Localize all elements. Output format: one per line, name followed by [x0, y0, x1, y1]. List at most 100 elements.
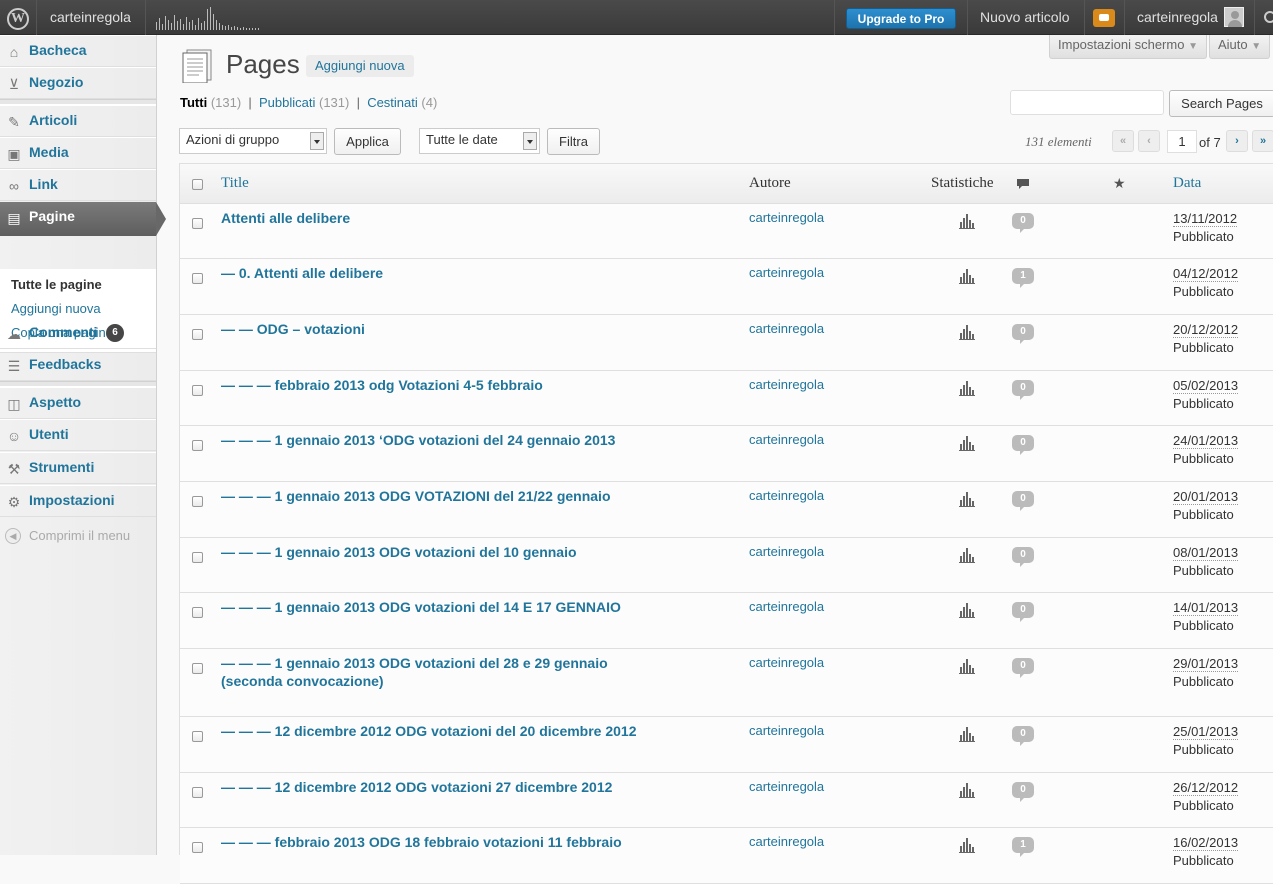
- row-checkbox[interactable]: [192, 731, 203, 742]
- comment-count-bubble[interactable]: 0: [1012, 602, 1034, 622]
- page-title-link[interactable]: — — — 1 gennaio 2013 ODG VOTAZIONI del 2…: [221, 487, 641, 505]
- stats-sparkline-icon[interactable]: [156, 6, 260, 30]
- wordpress-logo-icon[interactable]: W: [0, 0, 36, 35]
- search-input[interactable]: [1010, 90, 1164, 115]
- stats-chart-icon[interactable]: [959, 602, 975, 618]
- row-checkbox[interactable]: [192, 607, 203, 618]
- sidebar-item-media[interactable]: ▣ Media: [0, 137, 156, 169]
- page-title-link[interactable]: — — — febbraio 2013 odg Votazioni 4-5 fe…: [221, 376, 641, 394]
- comment-count-bubble[interactable]: 0: [1012, 726, 1034, 746]
- row-checkbox[interactable]: [192, 218, 203, 229]
- row-checkbox[interactable]: [192, 496, 203, 507]
- sidebar-item-negozio[interactable]: ⊻ Negozio: [0, 67, 156, 99]
- stats-chart-icon[interactable]: [959, 380, 975, 396]
- stats-chart-icon[interactable]: [959, 726, 975, 742]
- next-page-button[interactable]: ›: [1226, 130, 1248, 152]
- stats-chart-icon[interactable]: [959, 837, 975, 853]
- new-post-link[interactable]: Nuovo articolo: [980, 0, 1070, 35]
- comment-count-bubble[interactable]: 0: [1012, 213, 1034, 233]
- apply-button[interactable]: Applica: [334, 128, 401, 155]
- row-checkbox[interactable]: [192, 385, 203, 396]
- comment-count-bubble[interactable]: 1: [1012, 268, 1034, 288]
- sidebar-item-commenti[interactable]: ☁ Commenti: [0, 317, 156, 349]
- comment-count-bubble[interactable]: 0: [1012, 380, 1034, 400]
- stats-chart-icon[interactable]: [959, 782, 975, 798]
- filter-all-link[interactable]: Tutti: [180, 95, 207, 110]
- author-link[interactable]: carteinregola: [749, 432, 824, 447]
- bulk-actions-select[interactable]: Azioni di gruppo: [179, 128, 327, 154]
- select-all-checkbox[interactable]: [192, 179, 203, 190]
- filter-button[interactable]: Filtra: [547, 128, 600, 155]
- sidebar-item-strumenti[interactable]: ⚒ Strumenti: [0, 452, 156, 484]
- screen-options-button[interactable]: Impostazioni schermo ▼: [1049, 35, 1207, 59]
- page-title-link[interactable]: Attenti alle delibere: [221, 209, 641, 227]
- current-page-input[interactable]: 1: [1167, 130, 1197, 153]
- author-link[interactable]: carteinregola: [749, 321, 824, 336]
- author-link[interactable]: carteinregola: [749, 544, 824, 559]
- page-title-link[interactable]: — — — 1 gennaio 2013 ODG votazioni del 1…: [221, 543, 641, 561]
- stats-chart-icon[interactable]: [959, 491, 975, 507]
- upgrade-to-pro-button[interactable]: Upgrade to Pro: [846, 8, 956, 29]
- sidebar-item-pagine[interactable]: ▤ Pagine: [0, 202, 166, 236]
- stats-chart-icon[interactable]: [959, 324, 975, 340]
- search-pages-button[interactable]: Search Pages: [1169, 90, 1273, 117]
- page-title-link[interactable]: — — — 1 gennaio 2013 ODG votazioni del 1…: [221, 598, 641, 616]
- page-title-link[interactable]: — — — 1 gennaio 2013 ‘ODG votazioni del …: [221, 431, 641, 449]
- author-link[interactable]: carteinregola: [749, 210, 824, 225]
- comment-count-bubble[interactable]: 1: [1012, 837, 1034, 857]
- row-checkbox[interactable]: [192, 552, 203, 563]
- row-checkbox[interactable]: [192, 842, 203, 853]
- page-title-link[interactable]: — — — 12 dicembre 2012 ODG votazioni del…: [221, 722, 641, 740]
- last-page-button[interactable]: »: [1252, 130, 1273, 152]
- comment-count-bubble[interactable]: 0: [1012, 547, 1034, 567]
- comment-count-bubble[interactable]: 0: [1012, 435, 1034, 455]
- sidebar-item-aspetto[interactable]: ◫ Aspetto: [0, 387, 156, 419]
- first-page-button[interactable]: «: [1112, 130, 1134, 152]
- page-title-link[interactable]: — — ODG – votazioni: [221, 320, 641, 338]
- comment-count-bubble[interactable]: 0: [1012, 324, 1034, 344]
- row-checkbox[interactable]: [192, 440, 203, 451]
- column-title-header[interactable]: Title: [221, 175, 249, 192]
- notifications-icon[interactable]: [1093, 9, 1115, 27]
- page-title-link[interactable]: — 0. Attenti alle delibere: [221, 264, 641, 282]
- stats-chart-icon[interactable]: [959, 213, 975, 229]
- avatar[interactable]: [1224, 7, 1244, 27]
- page-title-link[interactable]: — — — febbraio 2013 ODG 18 febbraio vota…: [221, 833, 641, 851]
- stats-chart-icon[interactable]: [959, 547, 975, 563]
- collapse-menu-button[interactable]: ◀ Comprimi il menu: [5, 527, 155, 545]
- author-link[interactable]: carteinregola: [749, 834, 824, 849]
- sidebar-item-utenti[interactable]: ☺ Utenti: [0, 419, 156, 451]
- author-link[interactable]: carteinregola: [749, 377, 824, 392]
- comment-count-bubble[interactable]: 0: [1012, 491, 1034, 511]
- author-link[interactable]: carteinregola: [749, 599, 824, 614]
- sidebar-item-articoli[interactable]: ✎ Articoli: [0, 105, 156, 137]
- stats-chart-icon[interactable]: [959, 268, 975, 284]
- stats-chart-icon[interactable]: [959, 658, 975, 674]
- sidebar-item-bacheca[interactable]: ⌂ Bacheca: [0, 35, 156, 67]
- submenu-all-pages[interactable]: Tutte le pagine: [11, 277, 102, 292]
- comments-column-icon[interactable]: [1016, 177, 1030, 191]
- page-title-link[interactable]: — — — 1 gennaio 2013 ODG votazioni del 2…: [221, 654, 641, 690]
- row-checkbox[interactable]: [192, 329, 203, 340]
- user-menu-link[interactable]: carteinregola: [1137, 0, 1218, 35]
- comment-count-bubble[interactable]: 0: [1012, 658, 1034, 678]
- column-date-header[interactable]: Data: [1173, 175, 1201, 192]
- help-button[interactable]: Aiuto ▼: [1209, 35, 1271, 59]
- submenu-add-new[interactable]: Aggiungi nuova: [11, 301, 101, 316]
- author-link[interactable]: carteinregola: [749, 655, 824, 670]
- site-name-link[interactable]: carteinregola: [50, 0, 131, 35]
- search-icon[interactable]: [1264, 11, 1273, 23]
- comment-count-bubble[interactable]: 0: [1012, 782, 1034, 802]
- sidebar-item-link[interactable]: ∞ Link: [0, 169, 156, 201]
- author-link[interactable]: carteinregola: [749, 265, 824, 280]
- sidebar-item-feedbacks[interactable]: ☰ Feedbacks: [0, 349, 156, 381]
- filter-trash-link[interactable]: Cestinati: [367, 95, 418, 110]
- page-title-link[interactable]: — — — 12 dicembre 2012 ODG votazioni 27 …: [221, 778, 641, 796]
- author-link[interactable]: carteinregola: [749, 723, 824, 738]
- sidebar-item-impostazioni[interactable]: ⚙ Impostazioni: [0, 485, 156, 517]
- stats-chart-icon[interactable]: [959, 435, 975, 451]
- add-new-page-button[interactable]: Aggiungi nuova: [306, 55, 414, 77]
- author-link[interactable]: carteinregola: [749, 779, 824, 794]
- row-checkbox[interactable]: [192, 273, 203, 284]
- row-checkbox[interactable]: [192, 663, 203, 674]
